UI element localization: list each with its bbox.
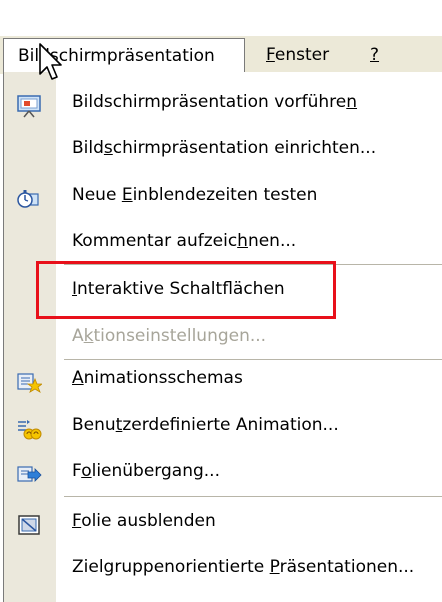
menu-item-label: Bildschirmpräsentation vorführen [72,92,358,112]
menu-item-label: Neue Einblendezeiten testen [72,185,318,205]
menu-help[interactable]: ? [370,38,379,72]
menu-item-start-slideshow[interactable]: Bildschirmpräsentation vorführen [4,79,442,125]
menu-window-label-rest: enster [274,45,330,65]
stopwatch-icon [16,183,42,208]
menu-item-custom-animation[interactable]: Benutzerdefinierte Animation... [4,402,442,448]
slide-transition-icon [16,459,42,483]
mouse-cursor-icon [38,42,64,82]
menu-item-animation-schemes[interactable]: Animationsschemas [4,355,442,401]
menu-item-action-settings: Aktionseinstellungen... [4,313,442,359]
menu-item-label: Folie ausblenden [72,511,216,531]
menu-item-record-narration[interactable]: Kommentar aufzeichnen... [4,218,442,264]
animation-schemes-icon [16,366,44,393]
menu-item-label: Bildschirmpräsentation einrichten... [72,138,377,158]
menu-bar: Bildschirmpräsentation Fenster ? [0,36,442,75]
menu-item-label: Zielgruppenorientierte Präsentationen... [72,557,415,577]
menu-item-hide-slide[interactable]: Folie ausblenden [4,498,442,544]
menu-item-custom-shows[interactable]: Zielgruppenorientierte Präsentationen... [4,544,442,590]
menu-item-label: Kommentar aufzeichnen... [72,231,297,251]
menu-window[interactable]: Fenster [266,38,329,72]
menu-window-mnemonic: F [266,45,275,65]
hide-slide-icon [16,509,42,535]
menu-item-slide-transition[interactable]: Folienübergang... [4,448,442,494]
custom-animation-icon [16,413,42,440]
slideshow-screen-icon [16,90,42,118]
slideshow-dropdown-menu: Bildschirmpräsentation vorführen Bildsch… [3,72,442,602]
menu-item-label: Animationsschemas [72,368,243,388]
menu-item-label: Benutzerdefinierte Animation... [72,415,339,435]
menu-item-rehearse-timings[interactable]: Neue Einblendezeiten testen [4,172,442,218]
menu-item-setup-slideshow[interactable]: Bildschirmpräsentation einrichten... [4,125,442,171]
menu-separator [64,496,442,497]
menu-item-label: Folienübergang... [72,461,220,481]
menu-help-label: ? [370,45,380,65]
highlight-annotation-box [36,261,336,319]
menu-item-label: Aktionseinstellungen... [72,326,267,346]
